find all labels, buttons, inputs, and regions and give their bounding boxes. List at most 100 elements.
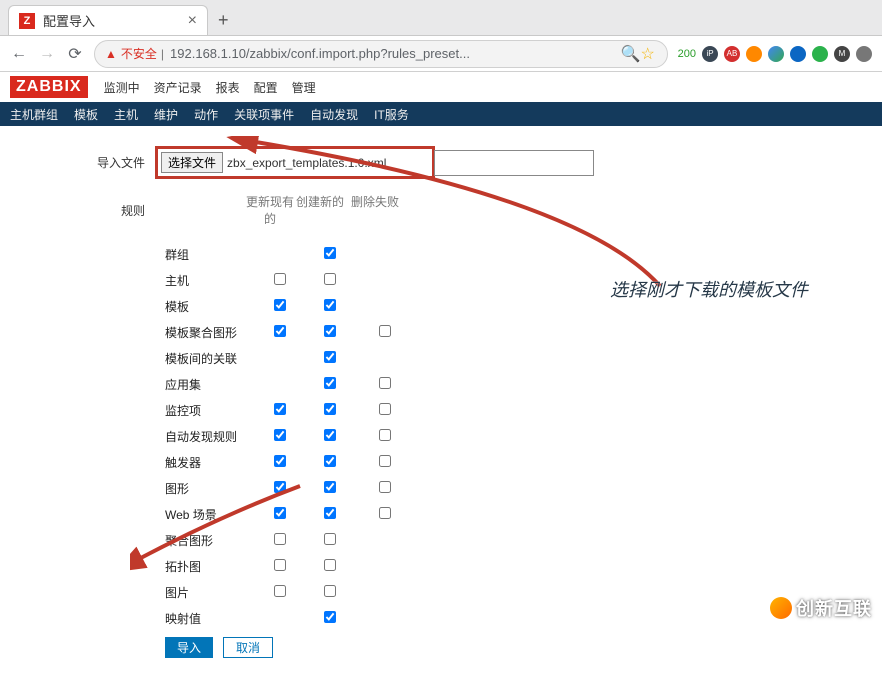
subnav-correlation[interactable]: 关联项事件 [234, 106, 294, 123]
rule-col-update [255, 533, 305, 548]
checkbox-delete[interactable] [379, 403, 391, 415]
checkbox-update[interactable] [274, 533, 286, 545]
checkbox-create[interactable] [324, 299, 336, 311]
rule-row: 模板聚合图形 [165, 319, 842, 345]
url-text: 192.168.1.10/zabbix/conf.import.php?rule… [170, 46, 621, 61]
import-button[interactable]: 导入 [165, 637, 213, 658]
search-icon-small[interactable]: 🔍 [621, 44, 639, 64]
rule-name: 应用集 [165, 376, 255, 393]
rule-col-create [305, 559, 355, 574]
checkbox-delete[interactable] [379, 507, 391, 519]
rule-col-create [305, 585, 355, 600]
rule-col-update [255, 299, 305, 314]
checkbox-update[interactable] [274, 585, 286, 597]
subnav-hostgroups[interactable]: 主机群组 [10, 106, 58, 123]
rule-col-update [255, 585, 305, 600]
ext-icon-blue[interactable] [790, 46, 806, 62]
back-icon[interactable]: ← [10, 45, 28, 63]
checkbox-create[interactable] [324, 611, 336, 623]
topnav-inventory[interactable]: 资产记录 [154, 79, 202, 96]
checkbox-update[interactable] [274, 299, 286, 311]
checkbox-delete[interactable] [379, 455, 391, 467]
ext-icon-abp[interactable]: AB [724, 46, 740, 62]
star-icon[interactable]: ☆ [639, 44, 657, 64]
rule-row: 监控项 [165, 397, 842, 423]
rule-col-delete [355, 403, 415, 418]
file-input-highlight: 选择文件 zbx_export_templates.1.0.xml [155, 146, 435, 179]
checkbox-update[interactable] [274, 507, 286, 519]
tab-title: 配置导入 [43, 11, 188, 30]
col-update: 更新现有的 [245, 193, 295, 227]
checkbox-update[interactable] [274, 481, 286, 493]
url-bar[interactable]: ▲ 不安全 | 192.168.1.10/zabbix/conf.import.… [94, 40, 668, 68]
checkbox-create[interactable] [324, 559, 336, 571]
forward-icon[interactable]: → [38, 45, 56, 63]
checkbox-update[interactable] [274, 429, 286, 441]
rule-name: 群组 [165, 246, 255, 263]
rule-col-create [305, 611, 355, 626]
rule-col-create [305, 273, 355, 288]
ext-icon-grey[interactable] [856, 46, 872, 62]
ext-icon-green[interactable] [812, 46, 828, 62]
topnav-reports[interactable]: 报表 [216, 79, 240, 96]
ext-icon-orange[interactable] [746, 46, 762, 62]
browser-tab[interactable]: Z 配置导入 × [8, 5, 208, 35]
checkbox-update[interactable] [274, 273, 286, 285]
zabbix-logo[interactable]: ZABBIX [10, 76, 88, 98]
checkbox-update[interactable] [274, 325, 286, 337]
choose-file-button[interactable]: 选择文件 [161, 152, 223, 173]
rules-header: 更新现有的 创建新的 删除失败 [155, 193, 405, 227]
sub-nav: 主机群组 模板 主机 维护 动作 关联项事件 自动发现 IT服务 [0, 102, 882, 126]
checkbox-create[interactable] [324, 377, 336, 389]
subnav-itservices[interactable]: IT服务 [374, 106, 409, 123]
checkbox-create[interactable] [324, 429, 336, 441]
checkbox-create[interactable] [324, 507, 336, 519]
rule-col-update [255, 429, 305, 444]
close-icon[interactable]: × [188, 12, 197, 30]
checkbox-delete[interactable] [379, 325, 391, 337]
checkbox-delete[interactable] [379, 429, 391, 441]
rule-col-update [255, 559, 305, 574]
checkbox-create[interactable] [324, 351, 336, 363]
subnav-templates[interactable]: 模板 [74, 106, 98, 123]
checkbox-create[interactable] [324, 247, 336, 259]
checkbox-delete[interactable] [379, 481, 391, 493]
checkbox-create[interactable] [324, 533, 336, 545]
col-delete: 删除失败 [345, 193, 405, 227]
cancel-button[interactable]: 取消 [223, 637, 273, 658]
subnav-discovery[interactable]: 自动发现 [310, 106, 358, 123]
checkbox-create[interactable] [324, 325, 336, 337]
rule-name: 模板聚合图形 [165, 324, 255, 341]
checkbox-update[interactable] [274, 403, 286, 415]
subnav-actions[interactable]: 动作 [194, 106, 218, 123]
rule-row: 图片 [165, 579, 842, 605]
ext-icon-m[interactable]: M [834, 46, 850, 62]
rule-name: 图片 [165, 584, 255, 601]
new-tab-button[interactable]: + [218, 10, 229, 35]
checkbox-delete[interactable] [379, 377, 391, 389]
rule-col-update [255, 403, 305, 418]
subnav-hosts[interactable]: 主机 [114, 106, 138, 123]
subnav-maintenance[interactable]: 维护 [154, 106, 178, 123]
rule-col-create [305, 481, 355, 496]
tab-favicon: Z [19, 13, 35, 29]
checkbox-create[interactable] [324, 585, 336, 597]
topnav-administration[interactable]: 管理 [292, 79, 316, 96]
ext-icon-circle[interactable] [768, 46, 784, 62]
ext-icon-ip[interactable]: iP [702, 46, 718, 62]
topnav-monitoring[interactable]: 监测中 [104, 79, 140, 96]
file-input-extension[interactable] [434, 150, 594, 176]
rule-name: 模板间的关联 [165, 350, 255, 367]
checkbox-create[interactable] [324, 403, 336, 415]
rule-name: 主机 [165, 272, 255, 289]
topnav-configuration[interactable]: 配置 [254, 79, 278, 96]
checkbox-update[interactable] [274, 455, 286, 467]
rule-col-delete [355, 325, 415, 340]
checkbox-create[interactable] [324, 455, 336, 467]
reload-icon[interactable]: ⟳ [66, 44, 84, 64]
rule-name: 图形 [165, 480, 255, 497]
checkbox-create[interactable] [324, 273, 336, 285]
checkbox-create[interactable] [324, 481, 336, 493]
file-label: 导入文件 [40, 154, 155, 171]
checkbox-update[interactable] [274, 559, 286, 571]
